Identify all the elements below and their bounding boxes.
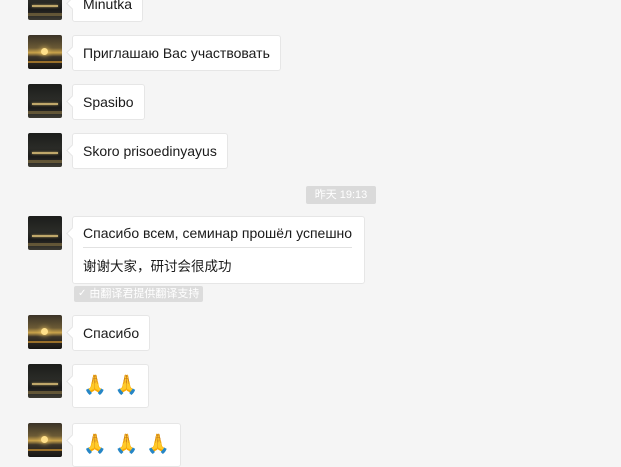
avatar[interactable] (28, 315, 62, 349)
message-bubble[interactable]: Spasibo (72, 84, 145, 120)
avatar[interactable] (28, 216, 62, 250)
message-text: Spasibo (83, 94, 134, 110)
avatar[interactable] (28, 133, 62, 167)
message-bubble[interactable]: Спасибо (72, 315, 151, 351)
chat-message: Spasibo (28, 84, 145, 120)
message-bubble[interactable]: 🙏 🙏 🙏 (72, 423, 182, 467)
avatar[interactable] (28, 84, 62, 118)
chat-message-translated: Спасибо всем, семинар прошёл успешно 谢谢大… (28, 216, 366, 284)
message-text: Приглашаю Вас участвовать (83, 45, 270, 61)
folded-hands-icon: 🙏 (114, 434, 139, 455)
message-bubble[interactable]: Minutka (72, 0, 144, 22)
chat-message: 🙏 🙏 (28, 364, 150, 408)
chat-message: 🙏 🙏 🙏 (28, 423, 182, 467)
folded-hands-icon: 🙏 (114, 375, 139, 396)
chat-message: Minutka (28, 0, 144, 22)
chat-message: Skoro prisoedinyayus (28, 133, 228, 169)
avatar[interactable] (28, 423, 62, 457)
message-bubble[interactable]: Спасибо всем, семинар прошёл успешно 谢谢大… (72, 216, 366, 284)
message-text: Спасибо всем, семинар прошёл успешно (83, 217, 353, 248)
folded-hands-icon: 🙏 (83, 375, 107, 396)
message-bubble[interactable]: Приглашаю Вас участвовать (72, 35, 281, 71)
translation-badge: ✓ 由翻译君提供翻译支持 (74, 286, 204, 302)
folded-hands-icon: 🙏 (146, 434, 171, 455)
avatar[interactable] (28, 0, 62, 20)
message-translation: 谢谢大家，研讨会很成功 (83, 259, 232, 274)
translation-badge-label: 由翻译君提供翻译支持 (89, 288, 200, 300)
message-text: Skoro prisoedinyayus (83, 143, 217, 159)
message-bubble[interactable]: Skoro prisoedinyayus (72, 133, 228, 169)
message-text: Minutka (83, 0, 133, 12)
timestamp-divider: 昨天 19:13 (306, 186, 376, 204)
avatar[interactable] (28, 364, 62, 398)
chat-message: Приглашаю Вас участвовать (28, 35, 281, 71)
message-text: Спасибо (83, 325, 140, 341)
message-bubble[interactable]: 🙏 🙏 (72, 364, 150, 408)
avatar[interactable] (28, 35, 62, 69)
check-icon: ✓ (78, 288, 87, 299)
folded-hands-icon: 🙏 (83, 434, 107, 455)
chat-message: Спасибо (28, 315, 151, 351)
